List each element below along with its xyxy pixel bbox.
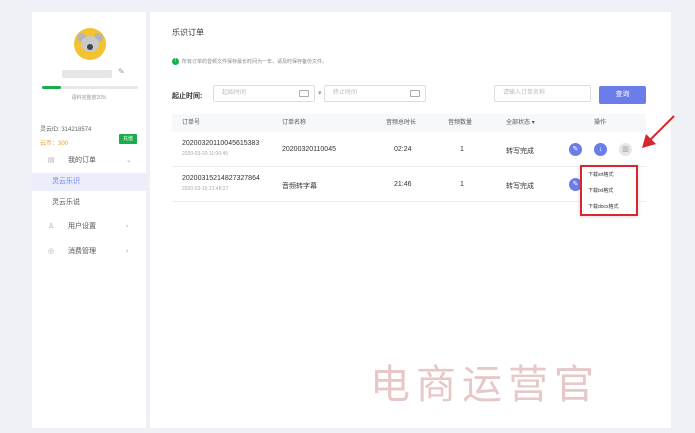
notice: ! 所有订单的音频文件保存最长时间为一年，请及时保存备份文件。 (172, 58, 328, 66)
table-row: 20200320110045615383 2020-03-20 11:00:45… (172, 132, 646, 167)
order-count: 1 (460, 181, 464, 188)
sidebar-item-lingyun-leshuo[interactable]: 灵云乐说 (32, 194, 146, 212)
order-count: 1 (460, 146, 464, 153)
coin-balance: 云币：300 (40, 141, 69, 147)
start-time-input[interactable]: 起始时间 (213, 85, 315, 102)
download-docx-option[interactable]: 下载docx格式 (582, 199, 636, 215)
sidebar-item-label: 用户设置 (68, 223, 96, 230)
order-date: 2020-03-20 11:00:45 (182, 151, 229, 157)
order-name: 20200320110045 (282, 146, 336, 153)
download-txt-option[interactable]: 下载txt格式 (582, 183, 636, 199)
end-time-input[interactable]: 终止时间 (324, 85, 426, 102)
notice-text: 所有订单的音频文件保存最长时间为一年，请及时保存备份文件。 (182, 59, 328, 65)
table-row: 20200315214827327864 2020-03-15 21:48:27… (172, 167, 646, 202)
order-status: 转写完成 (506, 183, 534, 190)
avatar[interactable] (74, 28, 106, 60)
order-no: 20200315214827327864 (182, 175, 260, 182)
watermark: 电商运营官 (370, 362, 600, 408)
col-count: 音频数量 (448, 120, 473, 126)
query-button[interactable]: 查询 (599, 86, 646, 104)
col-status-filter[interactable]: 全部状态 ▾ (506, 114, 535, 132)
order-date: 2020-03-15 21:48:27 (182, 186, 229, 192)
time-range-label: 起止时间: (172, 93, 203, 100)
sidebar-item-label: 消费管理 (68, 248, 96, 255)
chevron-right-icon: › (126, 248, 129, 255)
order-no: 20200320110045615383 (182, 140, 260, 147)
search-placeholder: 请输入订单名称 (503, 90, 546, 96)
sidebar-item-label: 我的订单 (68, 157, 96, 164)
user-icon: ♙ (48, 223, 55, 230)
calendar-icon (299, 90, 309, 97)
caret-down-icon: ▾ (531, 120, 535, 126)
progress-text: 语料完整度20% (71, 95, 107, 101)
chevron-right-icon: › (126, 223, 129, 230)
sidebar-item-consumption[interactable]: ◎ 消费管理 › (32, 243, 146, 261)
info-icon: ! (172, 58, 179, 66)
page-title: 乐识订单 (172, 28, 204, 37)
download-icon[interactable]: ↓ (594, 143, 607, 156)
profile-progress-bar (42, 86, 138, 89)
trash-icon[interactable]: ▥ (619, 143, 632, 156)
sidebar-item-label: 灵云乐识 (52, 178, 80, 185)
edit-name-icon[interactable]: ✎ (118, 67, 125, 76)
sidebar-item-lingyun-lezhi[interactable]: 灵云乐识 (32, 173, 146, 191)
sidebar-item-user-settings[interactable]: ♙ 用户设置 › (32, 218, 146, 236)
username-blurred (62, 70, 112, 78)
sidebar-item-label: 灵云乐说 (52, 199, 80, 206)
edit-icon[interactable]: ✎ (569, 143, 582, 156)
end-time-placeholder: 终止时间 (333, 90, 358, 96)
recharge-button[interactable]: 充值 (119, 134, 137, 144)
sidebar: ✎ 语料完整度20% 灵云ID: 314218574 云币：300 充值 ▤ 我… (32, 12, 146, 428)
status-filter-label: 全部状态 (506, 120, 531, 126)
col-actions: 操作 (594, 120, 607, 126)
coin-icon: ◎ (48, 248, 55, 255)
red-arrow-annotation (642, 115, 675, 148)
document-icon: ▤ (48, 157, 55, 164)
chevron-down-icon: ⌄ (126, 157, 132, 164)
order-duration: 21:46 (394, 181, 412, 188)
col-order-no: 订单号 (182, 120, 201, 126)
user-id: 灵云ID: 314218574 (40, 127, 92, 133)
order-status: 转写完成 (506, 148, 534, 155)
table-header: 订单号 订单名称 音频总时长 音频数量 全部状态 ▾ 操作 (172, 114, 646, 132)
koala-nose-icon (87, 44, 93, 50)
download-srt-option[interactable]: 下载srt格式 (582, 167, 636, 183)
order-duration: 02:24 (394, 146, 412, 153)
download-format-menu: 下载srt格式 下载txt格式 下载docx格式 (580, 165, 638, 216)
col-duration: 音频总时长 (386, 120, 417, 126)
search-input[interactable]: 请输入订单名称 (494, 85, 591, 102)
start-time-placeholder: 起始时间 (222, 90, 247, 96)
sidebar-item-my-orders[interactable]: ▤ 我的订单 ⌄ (32, 152, 146, 170)
order-name: 音频转字幕 (282, 183, 317, 190)
col-order-name: 订单名称 (282, 120, 307, 126)
calendar-icon (410, 90, 420, 97)
range-separator: ▾ (318, 90, 322, 97)
